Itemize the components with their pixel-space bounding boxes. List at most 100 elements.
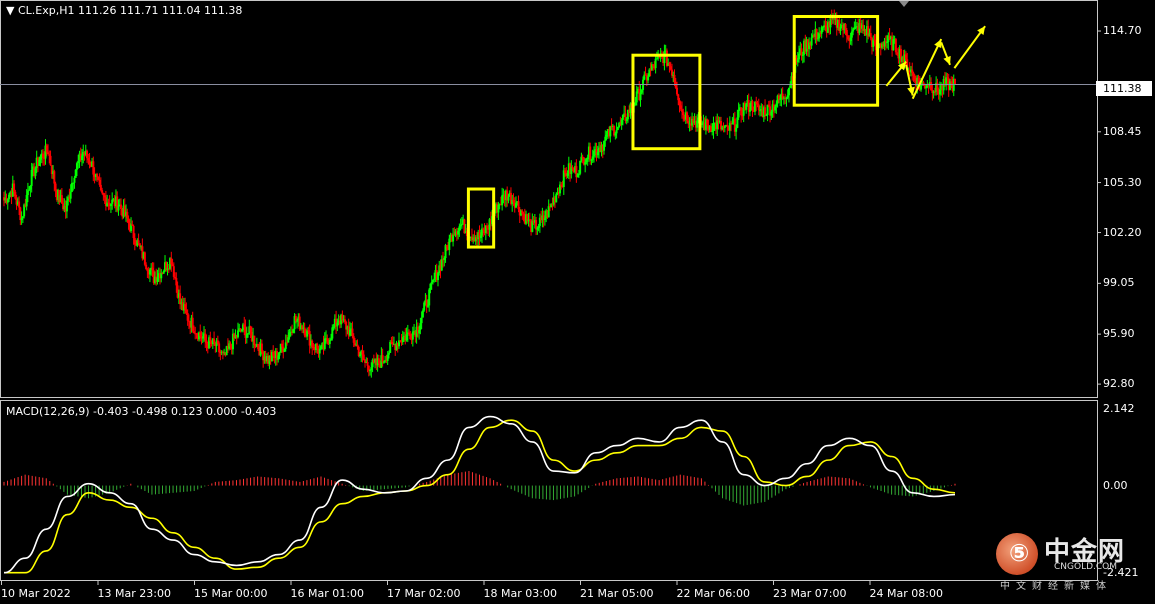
candle-body [497, 204, 500, 213]
candle-body [458, 226, 461, 231]
time-tick-label: 24 Mar 08:00 [869, 587, 943, 600]
candle-body [45, 145, 48, 153]
candle-body [418, 329, 421, 334]
candle-body [96, 174, 99, 178]
candle-body [423, 302, 426, 311]
candle-body [816, 38, 819, 40]
price-tick-label: 99.05 [1103, 276, 1135, 290]
candle-body [564, 170, 567, 173]
candle-body [922, 82, 925, 84]
candle-body [839, 26, 842, 32]
candle-body [73, 177, 76, 183]
candle-body [775, 103, 778, 107]
candle-body [277, 355, 280, 360]
candle-body [146, 269, 149, 272]
candle-body [382, 361, 385, 363]
candle-body [954, 78, 956, 85]
time-tick-label: 21 Mar 05:00 [580, 587, 654, 600]
candle-body [669, 66, 672, 70]
candle-body [330, 338, 333, 340]
candle-body [759, 110, 762, 112]
candle-body [614, 133, 617, 136]
candle-body [755, 102, 758, 104]
candle-body [528, 219, 531, 221]
candle-body [420, 317, 423, 324]
candle-body [28, 189, 31, 191]
candle-body [323, 338, 326, 349]
candle-body [634, 102, 637, 106]
candle-body [673, 74, 676, 83]
candle-body [844, 24, 847, 31]
candle-body [429, 283, 432, 290]
candle-body [648, 69, 651, 77]
candle-body [452, 234, 455, 242]
price-tick-label: 105.30 [1103, 175, 1142, 189]
candle-body [65, 200, 68, 212]
candle-body [352, 336, 355, 343]
candle-body [253, 335, 256, 346]
candle-body [904, 54, 907, 60]
candle-body [49, 155, 52, 166]
candle-body [433, 278, 436, 280]
candle-body [218, 343, 221, 353]
candle-body [80, 155, 83, 161]
watermark-sub: CNGOLD.COM [1054, 562, 1118, 572]
candle-body [132, 225, 135, 239]
candle-body [191, 317, 194, 332]
candle-body [311, 340, 314, 348]
candle-body [517, 201, 520, 210]
candle-body [272, 351, 275, 356]
candle-body [356, 344, 359, 347]
candle-body [616, 126, 619, 131]
candle-body [117, 205, 120, 211]
candle-body [726, 125, 729, 127]
candle-body [677, 94, 680, 101]
candle-body [192, 331, 195, 334]
candle-body [584, 162, 587, 165]
candle-body [205, 340, 208, 344]
candle-body [377, 358, 380, 364]
candle-body [75, 163, 78, 170]
candle-body [127, 218, 130, 224]
candle-body [247, 333, 250, 335]
candle-body [260, 343, 263, 352]
candle-body [745, 103, 748, 110]
candle-body [663, 51, 666, 63]
candle-body [444, 245, 447, 259]
candle-body [240, 330, 243, 332]
candle-body [482, 228, 485, 231]
candle-body [187, 320, 190, 322]
candle-body [99, 184, 102, 191]
candle-body [711, 130, 714, 132]
candle-body [171, 264, 174, 267]
candle-body [391, 342, 394, 345]
candle-body [47, 152, 50, 155]
candle-body [501, 195, 504, 206]
candle-body [785, 97, 788, 99]
candle-body [278, 352, 281, 356]
candle-body [101, 190, 104, 193]
candle-body [133, 238, 136, 245]
candle-body [408, 332, 411, 335]
candle-body [938, 89, 941, 95]
candle-body [343, 319, 346, 322]
candle-body [26, 190, 29, 196]
candle-body [621, 114, 624, 120]
candle-body [537, 225, 540, 228]
candle-body [292, 329, 295, 333]
candle-body [209, 337, 212, 342]
candle-body [288, 332, 291, 338]
cngold-logo-icon: ⑤ [996, 533, 1038, 575]
candle-body [609, 125, 612, 137]
candle-body [229, 343, 232, 347]
candle-body [869, 33, 872, 39]
candle-body [357, 346, 360, 356]
price-tick-label: 92.80 [1103, 377, 1135, 391]
candle-body [789, 85, 792, 88]
candle-body [798, 53, 801, 60]
candle-body [560, 184, 563, 187]
dropdown-triangle-icon[interactable]: ▼ [6, 4, 14, 17]
candle-body [810, 37, 813, 46]
candle-body [336, 322, 339, 327]
candle-body [148, 269, 151, 275]
